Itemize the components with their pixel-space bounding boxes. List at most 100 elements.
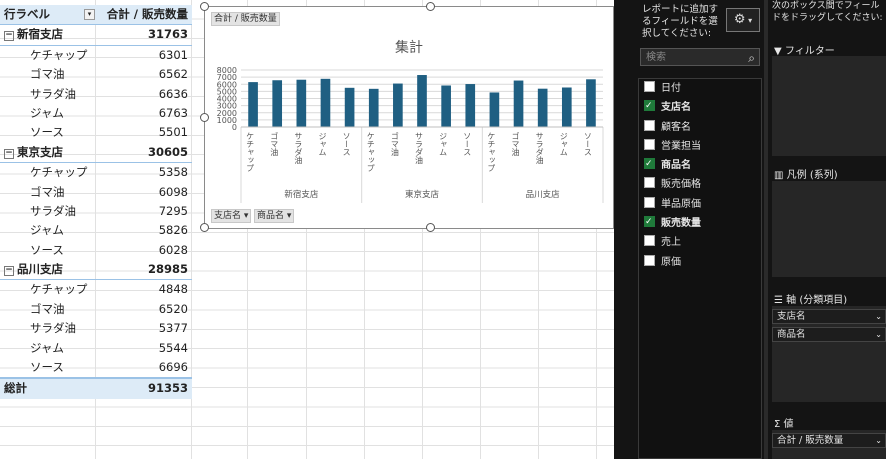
item-value: 5826: [158, 223, 188, 238]
field-checkbox[interactable]: [644, 155, 655, 174]
gear-icon[interactable]: ⚙ ▾: [726, 8, 760, 32]
field-label: 単品原価: [661, 198, 701, 210]
worksheet-grid[interactable]: 行ラベル ▾ 合計 / 販売数量 − 新宿支店 31763 ケチャップ 6301 ゴマ油 6562…: [0, 0, 614, 459]
pivot-group-row[interactable]: − 新宿支店 31763: [0, 25, 192, 46]
collapse-icon[interactable]: −: [4, 148, 14, 159]
field-item[interactable]: 販売数量: [639, 213, 761, 233]
pivot-item-row[interactable]: ソース 6028: [0, 241, 192, 260]
axis-field-product[interactable]: 商品名 ⌄: [772, 327, 886, 342]
field-item[interactable]: 営業担当: [639, 137, 761, 156]
field-item[interactable]: 商品名: [639, 155, 761, 175]
bar: [248, 82, 258, 127]
item-label: ゴマ油: [30, 184, 65, 199]
axis-field-button-branch[interactable]: 支店名 ▾: [211, 209, 252, 223]
field-item[interactable]: 日付: [639, 79, 761, 98]
item-label: ソース: [30, 360, 64, 375]
item-label: サラダ油: [30, 203, 76, 218]
bar: [272, 80, 283, 127]
pivot-item-row[interactable]: ジャム 6763: [0, 104, 192, 123]
field-checkbox[interactable]: [644, 235, 655, 247]
pivot-item-row[interactable]: ゴマ油 6520: [0, 300, 192, 319]
field-checkbox[interactable]: [644, 119, 655, 131]
group-total: 28985: [147, 262, 188, 277]
group-total: 30605: [147, 144, 188, 159]
resize-handle-top-left[interactable]: [200, 2, 209, 11]
search-icon: ⌕: [748, 51, 755, 65]
x-category-label: サラダ油: [415, 132, 424, 165]
field-item[interactable]: 単品原価: [639, 195, 761, 214]
values-field-sales-qty[interactable]: 合計 / 販売数量 ⌄: [772, 433, 886, 448]
bar: [537, 88, 548, 127]
axis-field-branch[interactable]: 支店名 ⌄: [772, 309, 886, 324]
field-search-input[interactable]: 検索 ⌕: [640, 48, 760, 66]
pivot-item-row[interactable]: サラダ油 7295: [0, 202, 192, 221]
field-checkbox[interactable]: [644, 138, 655, 150]
pivot-item-row[interactable]: ケチャップ 5358: [0, 163, 192, 182]
legend-area[interactable]: [772, 181, 886, 277]
pivot-grand-total-row[interactable]: 総計 91353: [0, 377, 192, 399]
field-checkbox[interactable]: [644, 196, 655, 208]
values-area-header: Σ 値: [774, 419, 794, 430]
resize-handle-bottom[interactable]: [426, 223, 435, 232]
x-category-label: サラダ油: [535, 132, 544, 165]
field-item[interactable]: 販売価格: [639, 175, 761, 194]
pivot-group-row[interactable]: − 品川支店 28985: [0, 260, 192, 281]
field-checkbox[interactable]: [644, 177, 655, 189]
x-category-label: ゴマ油: [390, 131, 399, 157]
grand-total-label: 総計: [4, 381, 27, 396]
x-category-label: ケチャップ: [246, 132, 255, 172]
x-category-label: ジャム: [439, 132, 448, 156]
field-item[interactable]: 原価: [639, 253, 761, 272]
bar: [441, 85, 451, 127]
field-label: 原価: [661, 256, 681, 268]
field-list[interactable]: 日付支店名顧客名営業担当商品名販売価格単品原価販売数量売上原価: [638, 78, 762, 459]
pivot-header-row[interactable]: 行ラベル ▾ 合計 / 販売数量: [0, 5, 192, 26]
resize-handle-top[interactable]: [426, 2, 435, 11]
pivot-item-row[interactable]: ジャム 5544: [0, 339, 192, 358]
resize-handle-left[interactable]: [200, 113, 209, 122]
item-label: ソース: [30, 125, 64, 140]
axis-field-button-product[interactable]: 商品名 ▾: [254, 209, 295, 223]
field-item[interactable]: 売上: [639, 233, 761, 252]
pivot-item-row[interactable]: ゴマ油 6098: [0, 183, 192, 202]
field-item[interactable]: 顧客名: [639, 118, 761, 137]
group-label: 品川支店: [17, 262, 63, 277]
pivot-item-row[interactable]: ゴマ油 6562: [0, 65, 192, 84]
pivot-table[interactable]: 行ラベル ▾ 合計 / 販売数量 − 新宿支店 31763 ケチャップ 6301 ゴマ油 6562…: [0, 5, 192, 399]
chevron-down-icon[interactable]: ⌄: [875, 310, 882, 323]
field-label: 支店名: [661, 102, 691, 114]
pivot-item-row[interactable]: ソース 5501: [0, 123, 192, 142]
x-category-label: ケチャップ: [366, 132, 375, 172]
pivot-group-row[interactable]: − 東京支店 30605: [0, 143, 192, 164]
bar: [465, 84, 476, 127]
field-label: 売上: [661, 237, 681, 249]
filters-area[interactable]: [772, 56, 886, 156]
field-checkbox[interactable]: [644, 213, 655, 232]
x-category-label: ソース: [342, 132, 351, 156]
axis-icon: ☰: [774, 295, 783, 306]
pivot-chart[interactable]: 合計 / 販売数量 集計 8000 7000 6000 5000 4000 3000 200…: [204, 6, 614, 229]
field-item[interactable]: 支店名: [639, 97, 761, 117]
pivot-item-row[interactable]: サラダ油 6636: [0, 85, 192, 104]
grand-total-value: 91353: [147, 381, 188, 396]
pivot-item-row[interactable]: ケチャップ 6301: [0, 46, 192, 65]
item-value: 4848: [158, 282, 188, 297]
item-value: 6520: [158, 301, 188, 316]
pivot-item-row[interactable]: ジャム 5826: [0, 221, 192, 240]
pivot-item-row[interactable]: ソース 6696: [0, 358, 192, 377]
pivot-item-row[interactable]: ケチャップ 4848: [0, 280, 192, 299]
item-value: 5358: [158, 165, 188, 180]
filter-dropdown-icon[interactable]: ▾: [84, 9, 95, 20]
collapse-icon[interactable]: −: [4, 266, 14, 277]
field-checkbox[interactable]: [644, 97, 655, 117]
field-checkbox[interactable]: [644, 254, 655, 266]
collapse-icon[interactable]: −: [4, 31, 14, 42]
pivot-item-row[interactable]: サラダ油 5377: [0, 319, 192, 338]
resize-handle-bottom-left[interactable]: [200, 223, 209, 232]
item-value: 6028: [158, 242, 188, 257]
chevron-down-icon[interactable]: ⌄: [875, 434, 882, 447]
bar: [368, 88, 379, 127]
x-category-label: ジャム: [318, 132, 327, 156]
field-checkbox[interactable]: [644, 81, 655, 92]
chevron-down-icon[interactable]: ⌄: [875, 328, 882, 341]
